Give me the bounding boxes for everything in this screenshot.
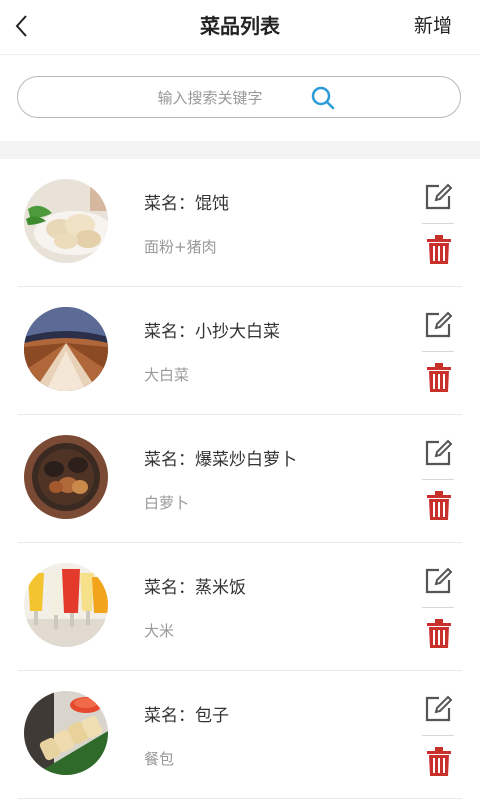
header-bar: 菜品列表 新增 [0, 0, 480, 55]
search-icon[interactable] [310, 85, 336, 111]
dish-name: 菜名：小抄大白菜 [144, 322, 280, 342]
list-item[interactable]: 菜名：小抄大白菜 大白菜 [18, 287, 462, 415]
action-separator [422, 351, 454, 352]
dish-thumbnail [24, 563, 108, 647]
dish-ingredients: 大白菜 [144, 366, 190, 384]
dish-ingredients: 白萝卜 [144, 494, 190, 512]
page-title: 菜品列表 [200, 14, 280, 38]
trash-icon[interactable] [425, 233, 453, 265]
search-area [0, 55, 480, 141]
edit-icon[interactable] [422, 181, 454, 213]
dish-thumbnail [24, 435, 108, 519]
dish-thumbnail [24, 691, 108, 775]
search-box [17, 76, 461, 118]
dish-ingredients: 大米 [144, 622, 175, 640]
dish-list: 菜名：馄饨 面粉+猪肉 菜名：小抄大白菜 大白菜 菜名：爆菜炒白萝卜 白萝卜 菜… [0, 159, 480, 799]
edit-icon[interactable] [422, 693, 454, 725]
trash-icon[interactable] [425, 489, 453, 521]
dish-name: 菜名：馄饨 [144, 194, 229, 214]
action-separator [422, 607, 454, 608]
dish-thumbnail [24, 307, 108, 391]
trash-icon[interactable] [425, 745, 453, 777]
trash-icon[interactable] [425, 617, 453, 649]
list-item[interactable]: 菜名：包子 餐包 [18, 671, 462, 799]
list-item[interactable]: 菜名：爆菜炒白萝卜 白萝卜 [18, 415, 462, 543]
dish-name: 菜名：包子 [144, 706, 229, 726]
edit-icon[interactable] [422, 309, 454, 341]
dish-ingredients: 餐包 [144, 750, 175, 768]
edit-icon[interactable] [422, 437, 454, 469]
list-item[interactable]: 菜名：馄饨 面粉+猪肉 [18, 159, 462, 287]
dish-name: 菜名：蒸米饭 [144, 578, 246, 598]
dish-name: 菜名：爆菜炒白萝卜 [144, 450, 297, 470]
action-separator [422, 735, 454, 736]
edit-icon[interactable] [422, 565, 454, 597]
dish-ingredients: 面粉+猪肉 [144, 238, 217, 256]
action-separator [422, 223, 454, 224]
add-dish-button[interactable]: 新增 [414, 0, 452, 54]
section-divider [0, 141, 480, 159]
dish-thumbnail [24, 179, 108, 263]
list-item[interactable]: 菜名：蒸米饭 大米 [18, 543, 462, 671]
action-separator [422, 479, 454, 480]
trash-icon[interactable] [425, 361, 453, 393]
